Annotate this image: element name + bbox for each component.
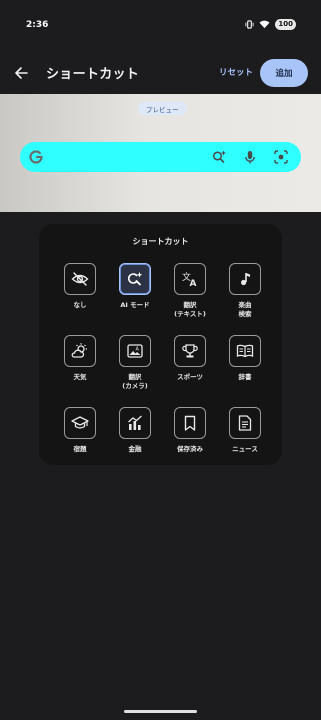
ai-search-icon[interactable] (211, 149, 227, 165)
shortcut-label: ニュース (232, 445, 258, 453)
shortcut-tile-button[interactable] (64, 407, 96, 439)
shortcut-tile-button[interactable] (174, 335, 206, 367)
shortcut-tile-button[interactable]: A (119, 335, 151, 367)
shortcut-tile-none[interactable]: なし (54, 263, 106, 333)
shortcut-tile-ai-mode[interactable]: AI モード (109, 263, 161, 333)
shortcut-tile-button[interactable] (64, 335, 96, 367)
shortcut-label: 金融 (128, 445, 142, 453)
status-time: 2:36 (26, 20, 49, 30)
shortcut-tile-news[interactable]: ニュース (219, 407, 271, 477)
shortcut-label: なし (73, 301, 87, 309)
translate-icon: 文A (181, 270, 199, 288)
add-button[interactable]: 追加 (260, 59, 308, 87)
shortcut-tile-button[interactable] (229, 335, 261, 367)
shortcut-tile-button[interactable] (229, 407, 261, 439)
shortcut-tile-button[interactable]: 文A (174, 263, 206, 295)
shortcut-tile-translate-camera[interactable]: A 翻訳 (カメラ) (109, 335, 161, 405)
shortcut-tile-button[interactable] (119, 263, 151, 295)
shortcut-label: 保存済み (177, 445, 203, 453)
microphone-icon[interactable] (242, 149, 258, 165)
shortcut-tile-finance[interactable]: 金融 (109, 407, 161, 477)
preview-area: プレビュー (0, 94, 321, 212)
weather-icon (71, 342, 89, 360)
eye-off-icon (71, 270, 89, 288)
shortcut-panel: ショートカット なし AI モード 文A 翻訳 (テキスト) 楽曲 検索 天気 … (39, 224, 282, 465)
gesture-nav-handle[interactable] (124, 710, 197, 713)
music-note-icon (236, 270, 254, 288)
shortcut-tile-button[interactable] (119, 407, 151, 439)
reset-button[interactable]: リセット (219, 66, 253, 78)
preview-label: プレビュー (138, 102, 187, 115)
shortcut-label: AI モード (120, 301, 150, 309)
status-icons: 100 (245, 19, 296, 30)
status-bar: 2:36 100 (0, 0, 321, 52)
shortcut-tile-dictionary[interactable]: 辞書 (219, 335, 271, 405)
shortcut-label: 宿題 (73, 445, 87, 453)
shortcut-label: スポーツ (177, 373, 203, 381)
shortcut-tile-weather[interactable]: 天気 (54, 335, 106, 405)
trophy-icon (181, 342, 199, 360)
shortcut-tile-button[interactable] (229, 263, 261, 295)
news-icon (236, 414, 254, 432)
svg-text:A: A (136, 347, 140, 353)
google-logo-icon (27, 148, 45, 166)
shortcut-label: 天気 (73, 373, 87, 381)
dictionary-icon (236, 342, 254, 360)
vibrate-icon (245, 20, 254, 29)
shortcut-tile-button[interactable] (64, 263, 96, 295)
page-title: ショートカット (46, 67, 140, 82)
battery-icon: 100 (275, 19, 296, 30)
shortcut-tile-saved[interactable]: 保存済み (164, 407, 216, 477)
finance-chart-icon (126, 414, 144, 432)
camera-translate-icon: A (126, 342, 144, 360)
lens-camera-icon[interactable] (273, 149, 289, 165)
wifi-icon (259, 20, 270, 29)
shortcut-tile-sports[interactable]: スポーツ (164, 335, 216, 405)
svg-text:A: A (190, 279, 197, 288)
back-button[interactable] (10, 62, 32, 84)
search-widget[interactable] (20, 142, 301, 172)
shortcut-tile-song-search[interactable]: 楽曲 検索 (219, 263, 271, 333)
shortcut-tile-translate-text[interactable]: 文A 翻訳 (テキスト) (164, 263, 216, 333)
shortcut-label: 翻訳 (テキスト) (174, 301, 206, 318)
shortcut-tile-homework[interactable]: 宿題 (54, 407, 106, 477)
arrow-back-icon (14, 66, 28, 80)
shortcut-tile-button[interactable] (174, 407, 206, 439)
panel-title: ショートカット (132, 237, 189, 246)
shortcut-label: 翻訳 (カメラ) (122, 373, 148, 390)
app-bar: ショートカット リセット 追加 (0, 52, 321, 94)
graduation-cap-icon (71, 414, 89, 432)
shortcut-label: 楽曲 検索 (238, 301, 252, 318)
shortcut-label: 辞書 (238, 373, 252, 381)
bookmark-icon (181, 414, 199, 432)
ai-mode-search-icon (126, 270, 144, 288)
